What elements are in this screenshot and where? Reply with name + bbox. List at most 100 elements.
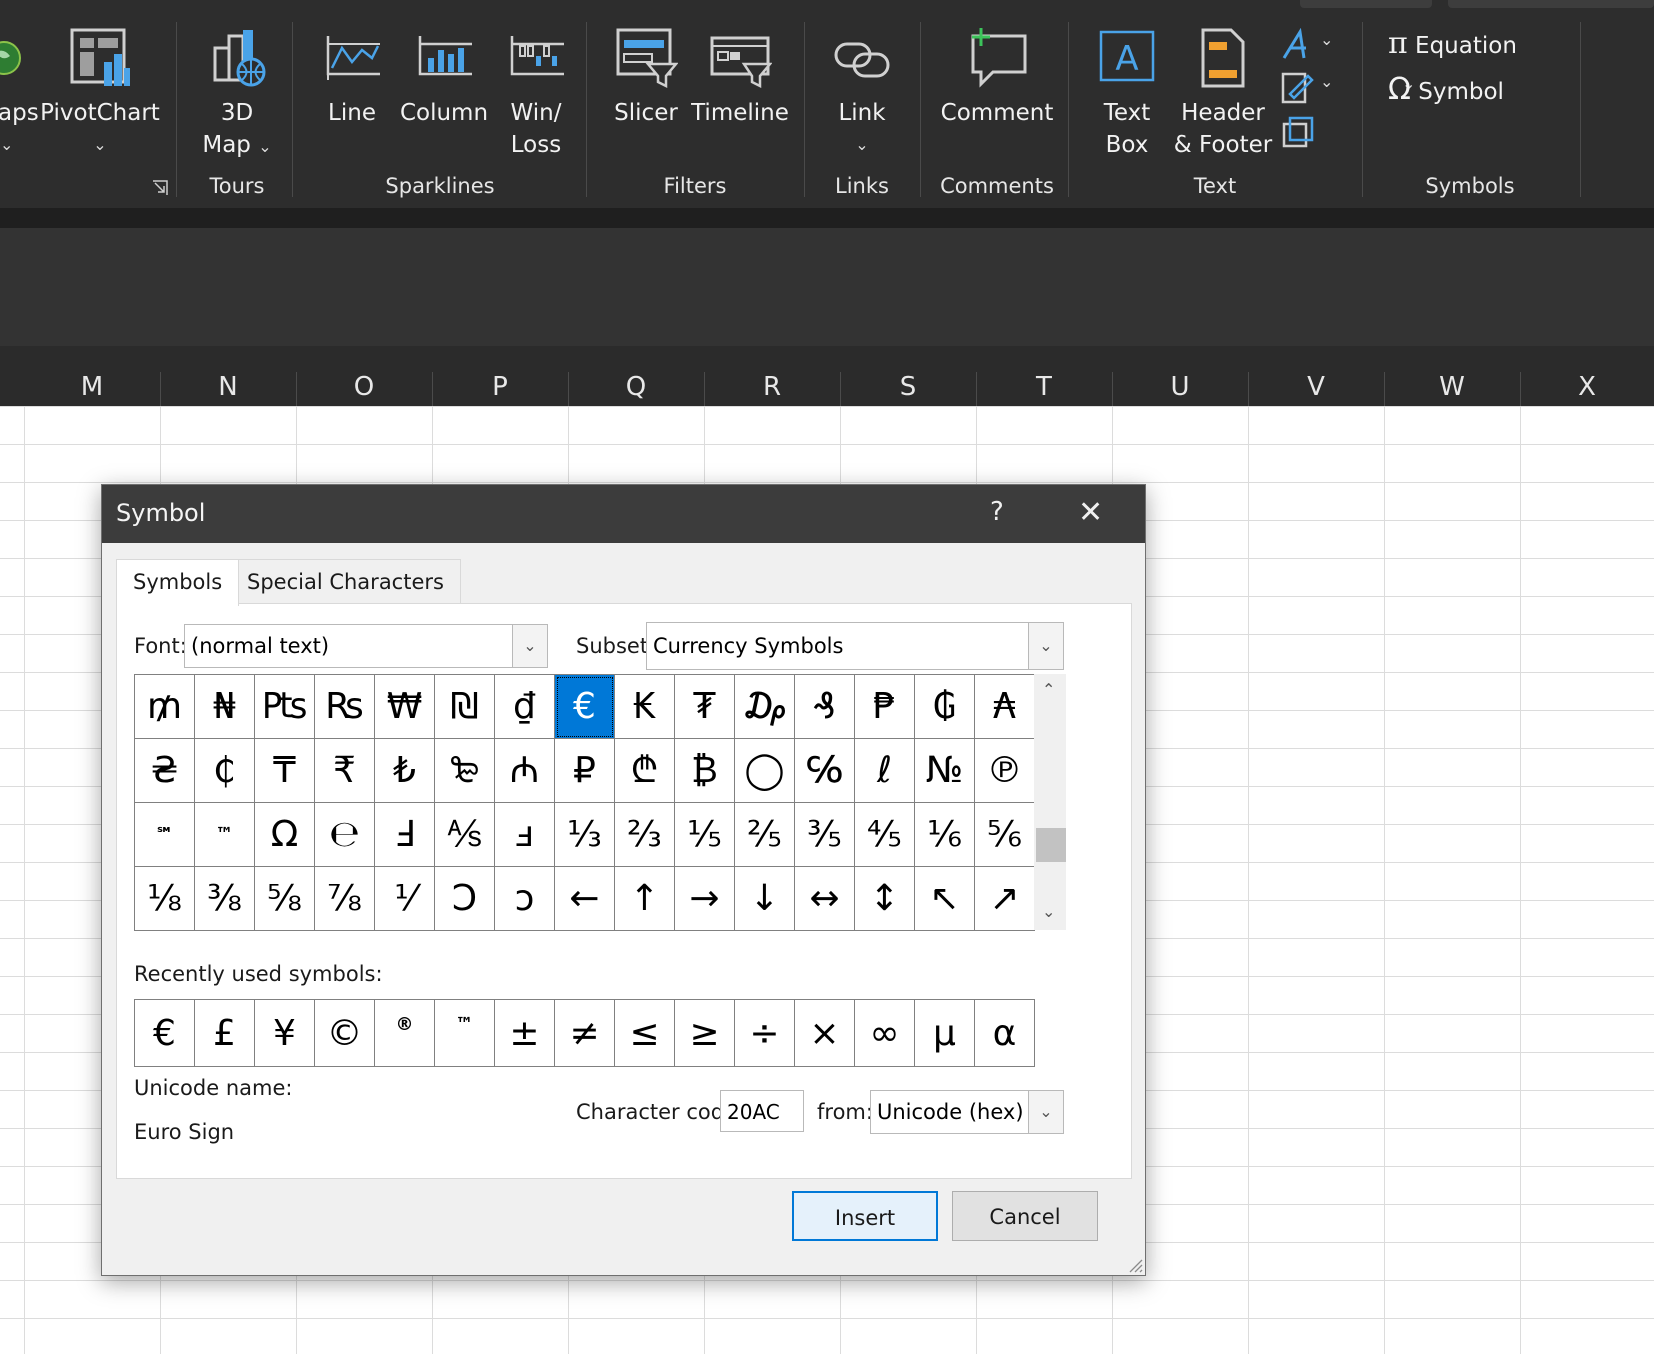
recent-symbol-cell[interactable]: × — [795, 1000, 855, 1067]
text-box-button[interactable]: A Text Box — [1086, 28, 1168, 161]
tab-special-characters[interactable]: Special Characters — [230, 559, 461, 604]
ribbon-top-control[interactable] — [1300, 0, 1432, 8]
symbol-cell[interactable]: ₹ — [315, 739, 375, 803]
from-select[interactable]: Unicode (hex) ⌄ — [870, 1090, 1064, 1134]
scroll-up-icon[interactable]: ⌃ — [1042, 680, 1055, 699]
comment-button[interactable]: Comment — [932, 28, 1062, 129]
symbol-cell[interactable]: ⅛ — [135, 867, 195, 931]
recent-symbol-cell[interactable]: ± — [495, 1000, 555, 1067]
symbol-cell[interactable]: ₰ — [795, 675, 855, 739]
symbol-cell[interactable]: ⅜ — [195, 867, 255, 931]
symbol-cell[interactable]: ⅍ — [435, 803, 495, 867]
symbol-cell[interactable]: ₵ — [195, 739, 255, 803]
dialog-title-bar[interactable]: Symbol ? ✕ — [102, 485, 1145, 543]
symbol-cell[interactable]: ℠ — [135, 803, 195, 867]
recent-symbol-cell[interactable]: € — [135, 1000, 195, 1067]
symbol-cell[interactable]: ℓ — [855, 739, 915, 803]
recent-symbol-cell[interactable]: ∞ — [855, 1000, 915, 1067]
sparkline-column-button[interactable]: Column — [396, 28, 492, 129]
symbol-cell[interactable]: ₽ — [555, 739, 615, 803]
symbol-cell[interactable]: ₨ — [315, 675, 375, 739]
symbol-cell[interactable]: ₻ — [435, 739, 495, 803]
link-button[interactable]: Link ⌄ — [818, 28, 906, 161]
wordart-button[interactable]: ⌄ — [1280, 26, 1340, 66]
column-header-t[interactable]: T — [976, 346, 1112, 406]
symbol-cell[interactable]: ₮ — [675, 675, 735, 739]
symbol-cell[interactable]: ⅘ — [855, 803, 915, 867]
symbol-cell[interactable]: ⅙ — [915, 803, 975, 867]
symbol-cell[interactable]: Ω — [255, 803, 315, 867]
symbol-cell[interactable]: ₧ — [255, 675, 315, 739]
recent-symbol-cell[interactable]: ¥ — [255, 1000, 315, 1067]
scrollbar-thumb[interactable] — [1036, 828, 1066, 862]
recent-symbol-cell[interactable]: ≤ — [615, 1000, 675, 1067]
chevron-down-icon[interactable]: ⌄ — [1028, 623, 1063, 669]
scroll-down-icon[interactable]: ⌄ — [1042, 902, 1055, 921]
symbol-cell[interactable]: ⅎ — [495, 803, 555, 867]
column-header-n[interactable]: N — [160, 346, 296, 406]
symbol-cell[interactable]: ⅟ — [375, 867, 435, 931]
column-header-r[interactable]: R — [704, 346, 840, 406]
column-header-s[interactable]: S — [840, 346, 976, 406]
recent-symbol-cell[interactable]: µ — [915, 1000, 975, 1067]
symbol-cell[interactable]: ₯ — [735, 675, 795, 739]
sparkline-winloss-button[interactable]: Win/ Loss — [496, 28, 576, 161]
symbol-cell[interactable]: ₫ — [495, 675, 555, 739]
symbol-cell[interactable]: № — [915, 739, 975, 803]
tab-symbols[interactable]: Symbols — [116, 559, 240, 606]
symbol-cell[interactable]: Ↄ — [435, 867, 495, 931]
symbol-cell[interactable]: ⅖ — [735, 803, 795, 867]
symbol-cell[interactable]: ₩ — [375, 675, 435, 739]
symbol-cell[interactable]: ₭ — [615, 675, 675, 739]
dialog-launcher-icon[interactable] — [152, 180, 168, 196]
symbol-cell[interactable]: ℮ — [315, 803, 375, 867]
recent-symbol-cell[interactable]: ÷ — [735, 1000, 795, 1067]
recent-symbol-cell[interactable]: ≠ — [555, 1000, 615, 1067]
recent-symbol-cell[interactable]: α — [975, 1000, 1035, 1067]
column-header-q[interactable]: Q — [568, 346, 704, 406]
symbol-cell[interactable]: ₲ — [915, 675, 975, 739]
cancel-button[interactable]: Cancel — [952, 1191, 1098, 1241]
help-button[interactable]: ? — [990, 497, 1004, 527]
symbol-cell[interactable]: → — [675, 867, 735, 931]
column-header-u[interactable]: U — [1112, 346, 1248, 406]
symbol-cell[interactable]: ⅕ — [675, 803, 735, 867]
symbol-cell[interactable]: ← — [555, 867, 615, 931]
symbol-cell[interactable]: ₦ — [195, 675, 255, 739]
recent-symbol-cell[interactable]: © — [315, 1000, 375, 1067]
symbol-cell[interactable]: ₿ — [675, 739, 735, 803]
chevron-down-icon[interactable]: ⌄ — [512, 625, 547, 667]
recent-symbol-cell[interactable]: ≥ — [675, 1000, 735, 1067]
column-header-v[interactable]: V — [1248, 346, 1384, 406]
symbol-button[interactable]: Ω Symbol — [1388, 72, 1548, 108]
maps-button[interactable]: aps ⌄ — [0, 28, 39, 161]
column-header-o[interactable]: O — [296, 346, 432, 406]
symbol-cell[interactable]: ℗ — [975, 739, 1035, 803]
symbol-grid-scrollbar[interactable]: ⌃ ⌄ — [1034, 674, 1066, 930]
symbol-cell[interactable]: ↑ — [615, 867, 675, 931]
symbol-cell[interactable]: ⅞ — [315, 867, 375, 931]
symbol-cell[interactable]: ⅔ — [615, 803, 675, 867]
symbol-cell[interactable]: Ⅎ — [375, 803, 435, 867]
column-header-w[interactable]: W — [1384, 346, 1520, 406]
symbol-cell[interactable]: ₸ — [255, 739, 315, 803]
symbol-cell[interactable]: ₪ — [435, 675, 495, 739]
resize-grip-icon[interactable] — [1127, 1257, 1143, 1273]
recent-symbol-cell[interactable]: ® — [375, 1000, 435, 1067]
timeline-button[interactable]: Timeline — [688, 28, 792, 129]
symbol-cell[interactable]: ↓ — [735, 867, 795, 931]
column-header-m[interactable]: M — [24, 346, 160, 406]
symbol-cell[interactable]: ◯ — [735, 739, 795, 803]
equation-button[interactable]: π Equation ⌄ — [1388, 26, 1548, 93]
symbol-cell[interactable]: ₼ — [495, 739, 555, 803]
symbol-cell[interactable]: ₾ — [615, 739, 675, 803]
slicer-button[interactable]: Slicer — [604, 28, 688, 129]
column-header-p[interactable]: P — [432, 346, 568, 406]
symbol-cell[interactable]: ₴ — [135, 739, 195, 803]
3d-map-button[interactable]: 3D Map ⌄ — [192, 28, 282, 163]
symbol-cell[interactable]: ⅚ — [975, 803, 1035, 867]
symbol-cell[interactable]: ↔ — [795, 867, 855, 931]
symbol-cell[interactable]: ↗ — [975, 867, 1035, 931]
column-header-x[interactable]: X — [1520, 346, 1654, 406]
object-icon[interactable] — [1280, 116, 1314, 150]
